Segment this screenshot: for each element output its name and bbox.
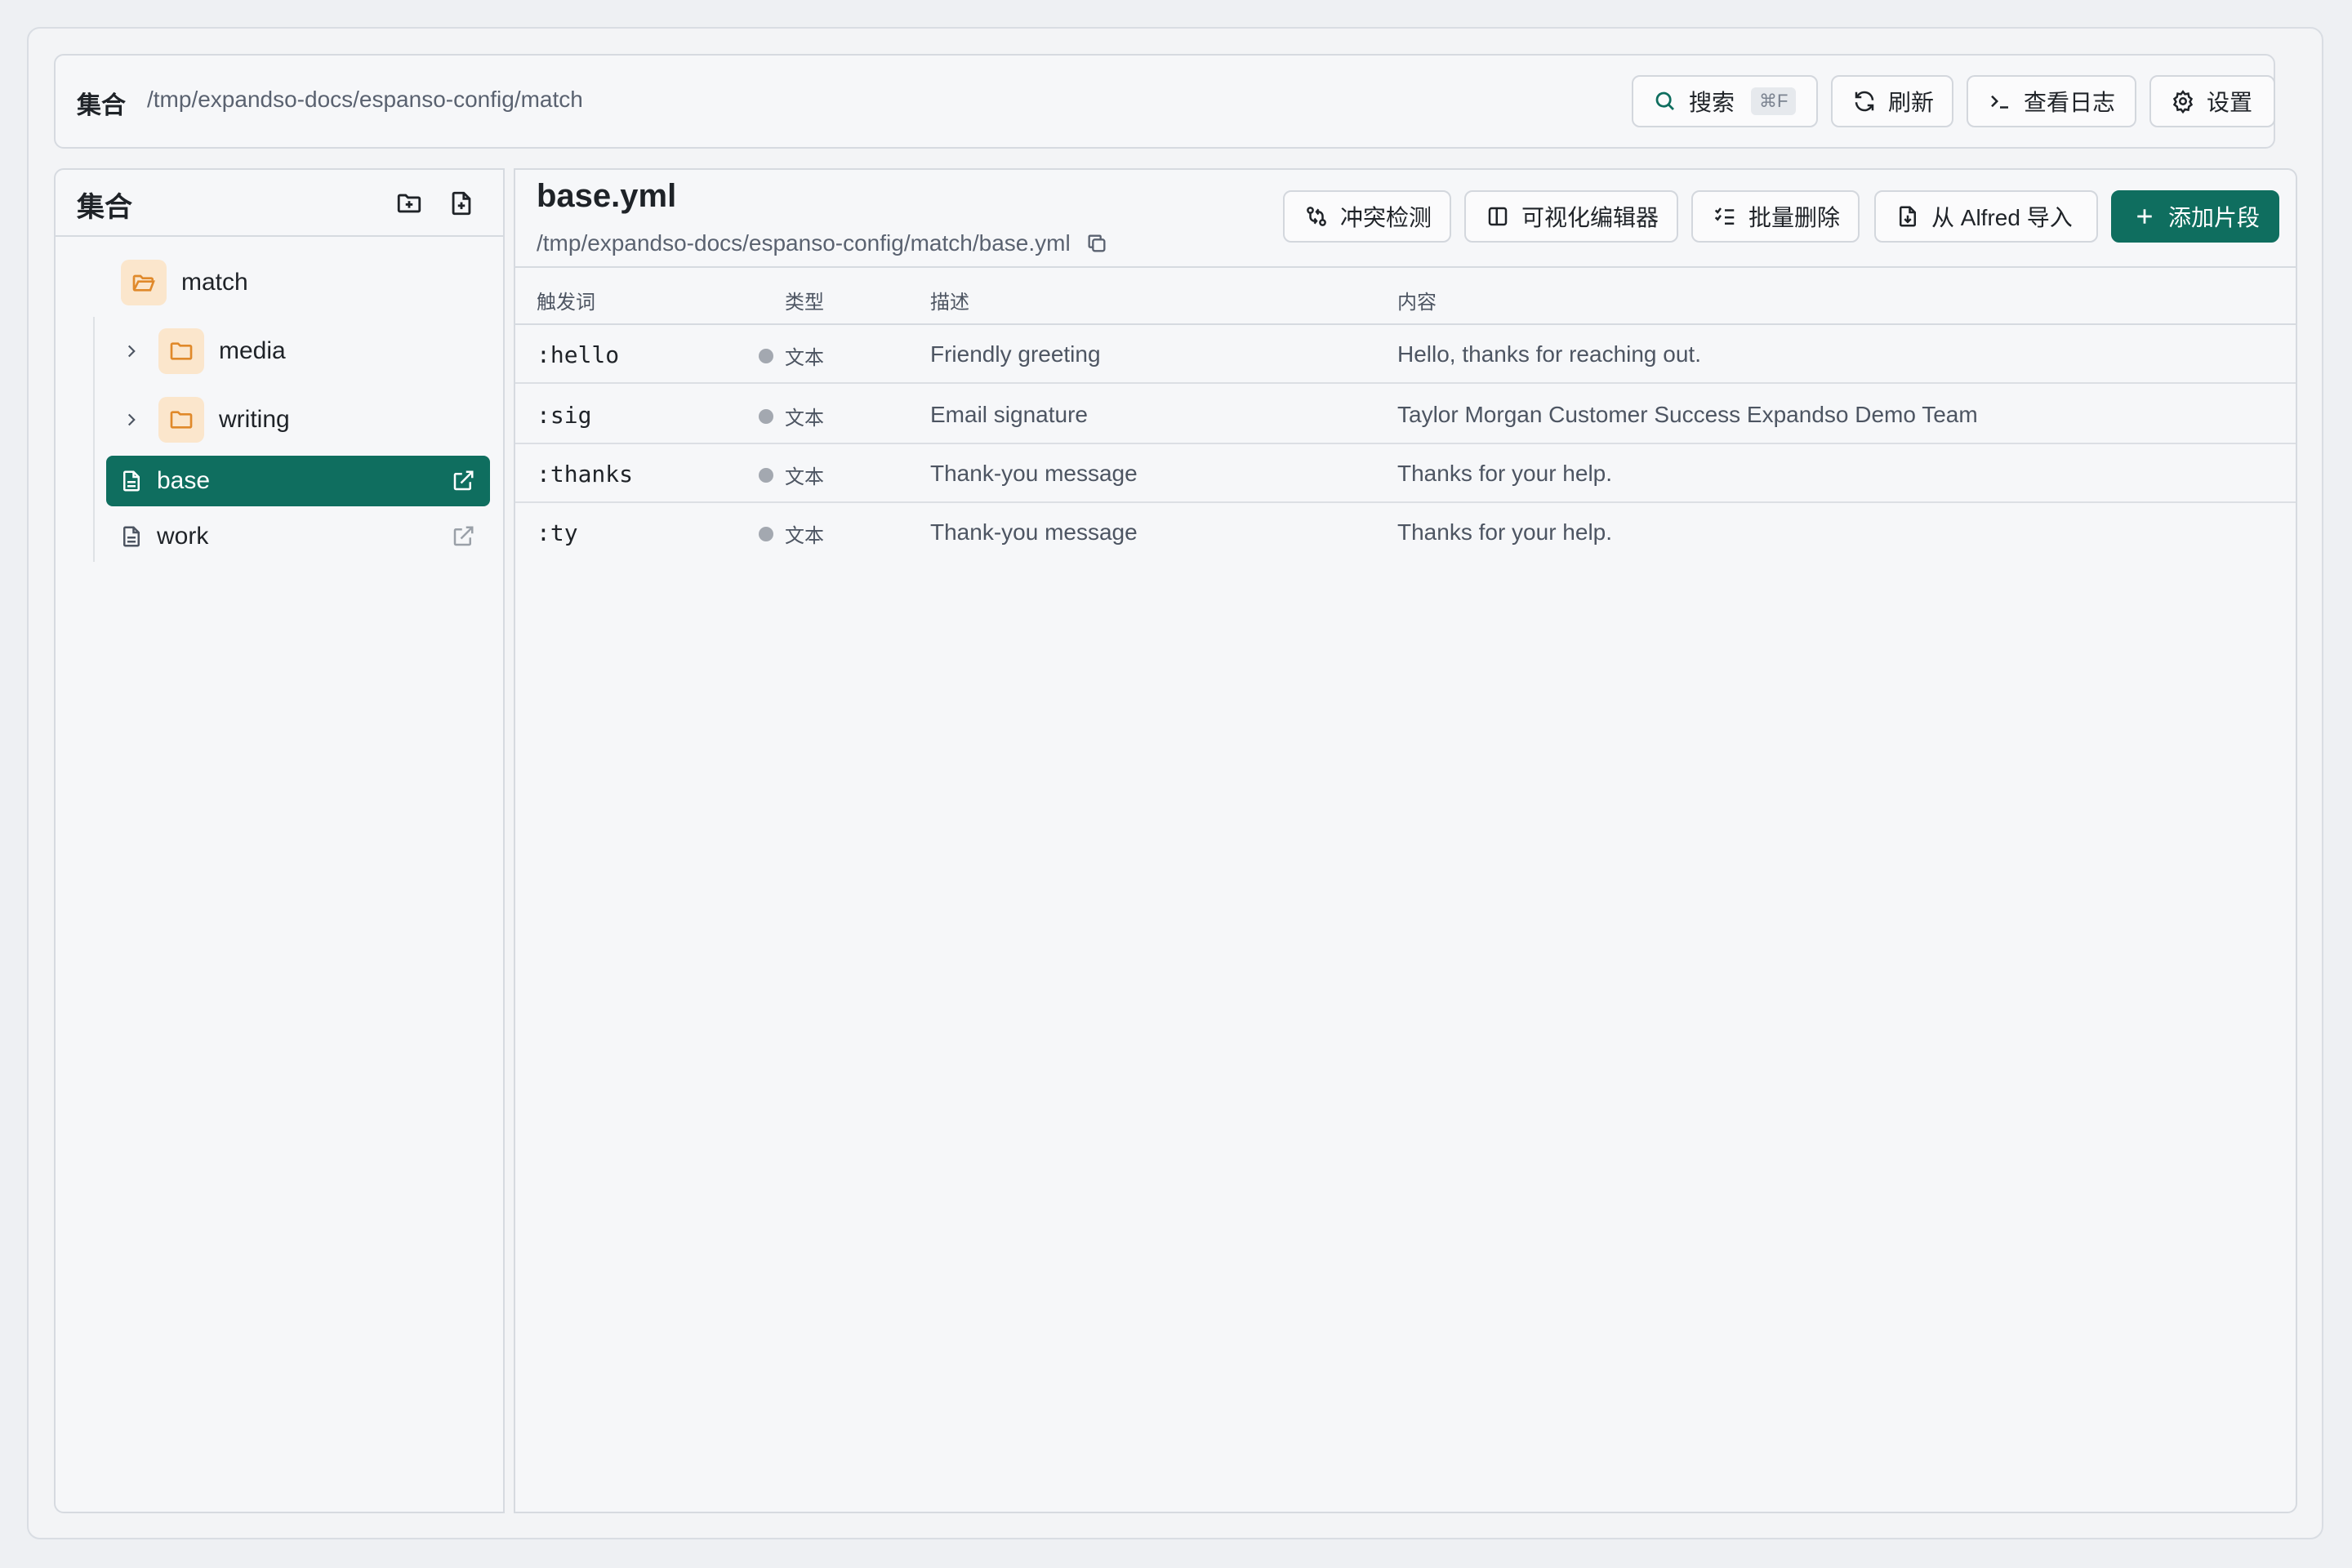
columns-icon — [1488, 207, 1508, 226]
type-cell: 文本 — [759, 461, 824, 489]
content-cell: Hello, thanks for reaching out. — [1397, 341, 1701, 367]
view-logs-button[interactable]: 查看日志 — [1967, 75, 2136, 127]
type-label: 文本 — [785, 408, 824, 430]
conflict-check-label: 冲突检测 — [1340, 205, 1432, 230]
type-dot-icon — [759, 408, 773, 424]
file-icon — [123, 526, 140, 547]
tree-folder-label: media — [219, 337, 286, 364]
visual-editor-button[interactable]: 可视化编辑器 — [1464, 190, 1678, 243]
terminal-icon — [1991, 95, 2008, 109]
plus-icon — [2137, 209, 2152, 224]
new-folder-icon[interactable] — [395, 189, 423, 217]
file-title: base.yml — [537, 178, 677, 214]
column-header-description[interactable]: 描述 — [930, 286, 969, 314]
tree-file-label: work — [157, 523, 209, 550]
type-cell: 文本 — [759, 402, 824, 430]
chevron-right-icon[interactable] — [121, 409, 142, 430]
conflict-check-button[interactable]: 冲突检测 — [1283, 190, 1451, 243]
external-link-icon[interactable] — [451, 469, 475, 493]
bulk-delete-label: 批量删除 — [1748, 205, 1841, 230]
settings-button[interactable]: 设置 — [2149, 75, 2275, 127]
tree-folder-label: writing — [219, 406, 290, 433]
visual-editor-label: 可视化编辑器 — [1521, 205, 1659, 230]
sidebar-title: 集合 — [77, 192, 132, 223]
table-header: 触发词 类型 描述 内容 — [515, 266, 2296, 325]
type-label: 文本 — [785, 525, 824, 548]
settings-button-label: 设置 — [2207, 90, 2253, 115]
gear-icon — [2172, 90, 2194, 114]
description-cell: Thank-you message — [930, 461, 1138, 486]
tree-folder-label: match — [181, 269, 248, 296]
type-label: 文本 — [785, 347, 824, 370]
search-icon — [1655, 91, 1674, 110]
sidebar: 集合 match media writing base work — [54, 168, 505, 1513]
type-dot-icon — [759, 467, 773, 483]
git-compare-icon — [1307, 207, 1326, 226]
sidebar-header: 集合 — [56, 170, 503, 237]
file-import-icon — [1900, 206, 1916, 227]
tree-file-base[interactable]: base — [106, 456, 490, 506]
copy-icon[interactable] — [1085, 232, 1108, 255]
tree-file-label: base — [157, 467, 211, 494]
content-cell: Thanks for your help. — [1397, 519, 1613, 545]
type-cell: 文本 — [759, 341, 824, 370]
tree-folder-media[interactable]: media — [121, 325, 286, 377]
file-icon — [123, 470, 140, 492]
type-label: 文本 — [785, 466, 824, 489]
search-shortcut-badge: ⌘F — [1751, 87, 1797, 115]
top-bar-title: 集合 — [77, 92, 126, 119]
search-button-label: 搜索 — [1689, 90, 1735, 115]
file-path-text: /tmp/expandso-docs/espanso-config/match/… — [537, 230, 1071, 256]
refresh-button[interactable]: 刷新 — [1831, 75, 1953, 127]
column-header-type[interactable]: 类型 — [785, 286, 824, 314]
folder-icon — [158, 397, 204, 443]
type-cell: 文本 — [759, 519, 824, 548]
external-link-icon[interactable] — [451, 524, 475, 549]
table-row[interactable]: :hello 文本 Friendly greeting Hello, thank… — [515, 325, 2296, 384]
description-cell: Friendly greeting — [930, 341, 1101, 367]
type-dot-icon — [759, 526, 773, 541]
top-bar-path: /tmp/expandso-docs/espanso-config/match — [147, 87, 583, 112]
tree-guide-line — [93, 317, 95, 562]
tree-folder-match[interactable]: match — [121, 256, 248, 309]
table-row[interactable]: :ty 文本 Thank-you message Thanks for your… — [515, 503, 2296, 562]
tree-file-work[interactable]: work — [106, 511, 490, 562]
import-alfred-button[interactable]: 从 Alfred 导入 — [1874, 190, 2098, 243]
trigger-cell: :thanks — [537, 461, 634, 488]
column-header-content[interactable]: 内容 — [1397, 286, 1437, 314]
list-checks-icon — [1714, 207, 1735, 225]
trigger-cell: :sig — [537, 402, 592, 429]
folder-open-icon — [121, 260, 167, 305]
add-snippet-button[interactable]: 添加片段 — [2111, 190, 2279, 243]
type-dot-icon — [759, 348, 773, 363]
search-button[interactable]: 搜索 ⌘F — [1632, 75, 1818, 127]
content-cell: Taylor Morgan Customer Success Expandso … — [1397, 402, 1978, 427]
chevron-right-icon[interactable] — [121, 341, 142, 362]
content-cell: Thanks for your help. — [1397, 461, 1613, 486]
trigger-cell: :ty — [537, 519, 578, 546]
import-alfred-label: 从 Alfred 导入 — [1931, 205, 2073, 230]
file-path: /tmp/expandso-docs/espanso-config/match/… — [537, 230, 1108, 256]
new-file-icon[interactable] — [448, 189, 475, 217]
top-bar: 集合 /tmp/expandso-docs/espanso-config/mat… — [54, 54, 2275, 149]
description-cell: Email signature — [930, 402, 1088, 427]
trigger-cell: :hello — [537, 341, 620, 368]
table-row[interactable]: :sig 文本 Email signature Taylor Morgan Cu… — [515, 385, 2296, 444]
folder-icon — [158, 328, 204, 374]
add-snippet-label: 添加片段 — [2168, 205, 2261, 230]
refresh-icon — [1855, 91, 1874, 112]
refresh-button-label: 刷新 — [1888, 90, 1935, 115]
main-panel: base.yml /tmp/expandso-docs/espanso-conf… — [514, 168, 2297, 1513]
column-header-trigger[interactable]: 触发词 — [537, 286, 595, 314]
description-cell: Thank-you message — [930, 519, 1138, 545]
view-logs-button-label: 查看日志 — [2024, 90, 2116, 115]
table-row[interactable]: :thanks 文本 Thank-you message Thanks for … — [515, 444, 2296, 503]
tree-folder-writing[interactable]: writing — [121, 394, 290, 446]
bulk-delete-button[interactable]: 批量删除 — [1691, 190, 1860, 243]
